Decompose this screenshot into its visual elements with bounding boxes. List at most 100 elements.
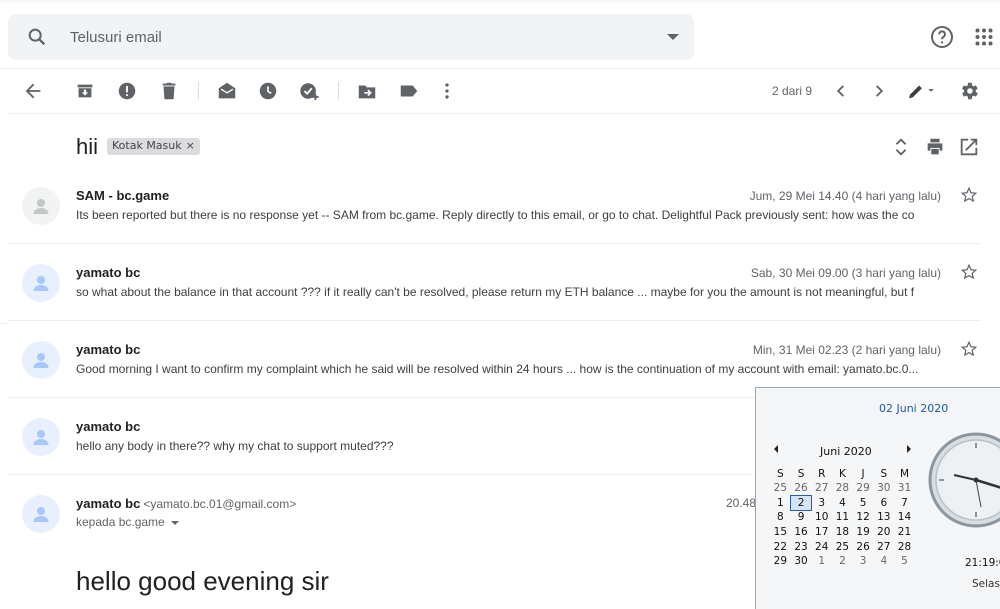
left-edge-line — [0, 323, 8, 324]
calendar-day[interactable]: 28 — [894, 539, 915, 554]
calendar-day[interactable]: 13 — [873, 510, 894, 525]
calendar-day[interactable]: 26 — [791, 481, 812, 496]
calendar-week: 8 9 10 11 12 13 14 — [770, 510, 915, 525]
calendar-day[interactable]: 9 — [791, 510, 812, 525]
add-task-icon[interactable] — [298, 80, 320, 102]
label-icon[interactable] — [398, 80, 420, 102]
calendar-day[interactable]: 25 — [832, 539, 853, 554]
calendar-day[interactable]: 16 — [791, 525, 812, 540]
star-icon[interactable] — [960, 263, 978, 281]
avatar — [22, 187, 60, 225]
chevron-right-icon[interactable] — [868, 80, 890, 102]
chevron-left-icon[interactable] — [830, 80, 852, 102]
calendar-day[interactable]: 20 — [873, 525, 894, 540]
calendar-day[interactable]: 5 — [894, 554, 915, 569]
calendar-day[interactable]: 24 — [811, 539, 832, 554]
calendar-day[interactable]: 23 — [791, 539, 812, 554]
calendar-day[interactable]: 3 — [853, 554, 874, 569]
calendar-day[interactable]: 19 — [853, 525, 874, 540]
weekday: K — [838, 467, 846, 480]
snooze-icon[interactable] — [257, 80, 279, 102]
more-vert-icon[interactable] — [436, 80, 458, 102]
calendar-month[interactable]: Juni 2020 — [820, 445, 872, 458]
avatar — [22, 495, 60, 533]
top-strip — [0, 0, 1000, 3]
calendar-grid: S S R K J S M 25 26 27 28 29 30 31 1 2 3… — [770, 466, 915, 569]
calendar-day[interactable]: 15 — [770, 525, 791, 540]
message-divider — [8, 243, 980, 244]
calendar-day[interactable]: 27 — [873, 539, 894, 554]
clock-time: 21:19:0 — [965, 557, 1000, 569]
message-date: Min, 31 Mei 02.23 (2 hari yang lalu) — [752, 343, 941, 357]
message-item[interactable]: yamato bc Sab, 30 Mei 09.00 (3 hari yang… — [0, 252, 1000, 329]
calendar-day[interactable]: 18 — [832, 525, 853, 540]
calendar-day[interactable]: 2 — [832, 554, 853, 569]
calendar-day-today[interactable]: 2 — [789, 494, 813, 512]
recipient-line[interactable]: kepada bc.game — [76, 515, 179, 529]
sender-name: SAM - bc.game — [76, 188, 170, 203]
calendar-day[interactable]: 10 — [811, 510, 832, 525]
print-icon[interactable] — [924, 136, 946, 158]
apps-grid-icon[interactable] — [975, 28, 993, 46]
calendar-day[interactable]: 7 — [894, 496, 915, 511]
search-icon[interactable] — [26, 26, 48, 48]
mark-unread-icon[interactable] — [216, 80, 238, 102]
open-new-window-icon[interactable] — [958, 136, 980, 158]
prev-month-icon[interactable] — [774, 445, 778, 453]
calendar-day[interactable]: 8 — [770, 510, 791, 525]
delete-icon[interactable] — [158, 80, 180, 102]
avatar — [22, 264, 60, 302]
calendar-day[interactable]: 22 — [770, 539, 791, 554]
remove-label-button[interactable]: × — [186, 139, 195, 152]
calendar-day[interactable]: 11 — [832, 510, 853, 525]
calendar-day[interactable]: 29 — [770, 554, 791, 569]
calendar-day[interactable]: 30 — [791, 554, 812, 569]
help-icon[interactable] — [930, 25, 954, 49]
inbox-label-chip[interactable]: Kotak Masuk × — [107, 138, 200, 155]
next-month-icon[interactable] — [907, 445, 911, 453]
message-item[interactable]: SAM - bc.game Jum, 29 Mei 14.40 (4 hari … — [0, 175, 1000, 252]
weekday: S — [880, 467, 888, 480]
settings-icon[interactable] — [958, 80, 980, 102]
calendar-day[interactable]: 31 — [894, 481, 915, 496]
calendar-day[interactable]: 21 — [894, 525, 915, 540]
calendar-day[interactable]: 12 — [853, 510, 874, 525]
back-arrow-icon[interactable] — [22, 80, 44, 102]
calendar-date-link[interactable]: 02 Juni 2020 — [879, 402, 948, 415]
recipient-text: kepada bc.game — [76, 515, 165, 529]
sender-name: yamato bc <yamato.bc.01@gmail.com> — [76, 496, 296, 511]
star-icon[interactable] — [960, 340, 978, 358]
toolbar-separator — [198, 82, 199, 100]
calendar-day[interactable]: 30 — [873, 481, 894, 496]
search-input[interactable]: Telusuri email — [70, 29, 162, 46]
message-body: hello good evening sir — [76, 566, 329, 596]
report-spam-icon[interactable] — [116, 80, 138, 102]
calendar-day[interactable]: 26 — [853, 539, 874, 554]
calendar-day[interactable]: 3 — [811, 496, 832, 511]
pen-icon[interactable] — [904, 80, 938, 102]
expand-all-icon[interactable] — [890, 136, 912, 158]
calendar-day[interactable]: 29 — [853, 481, 874, 496]
calendar-day[interactable]: 28 — [832, 481, 853, 496]
calendar-day[interactable]: 1 — [811, 554, 832, 569]
calendar-day[interactable]: 5 — [853, 496, 874, 511]
star-icon[interactable] — [960, 186, 978, 204]
calendar-day[interactable]: 14 — [894, 510, 915, 525]
weekday: M — [899, 467, 909, 480]
message-date: Sab, 30 Mei 09.00 (3 hari yang lalu) — [750, 266, 941, 280]
calendar-day[interactable]: 4 — [873, 554, 894, 569]
calendar-day[interactable]: 1 — [770, 496, 791, 511]
calendar-day[interactable]: 4 — [832, 496, 853, 511]
search-bar[interactable]: Telusuri email — [8, 14, 694, 60]
calendar-day[interactable]: 6 — [873, 496, 894, 511]
calendar-day[interactable]: 27 — [811, 481, 832, 496]
move-to-icon[interactable] — [356, 80, 378, 102]
sender-email: <yamato.bc.01@gmail.com> — [143, 497, 297, 511]
recipient-details-icon[interactable] — [170, 520, 179, 525]
search-options-icon[interactable] — [667, 34, 679, 40]
calendar-popup[interactable]: 02 Juni 2020 Juni 2020 S S R K J S M 25 … — [755, 387, 1000, 609]
message-snippet: so what about the balance in that accoun… — [76, 285, 915, 299]
calendar-day[interactable]: 17 — [811, 525, 832, 540]
archive-icon[interactable] — [74, 80, 96, 102]
calendar-day[interactable]: 25 — [770, 481, 791, 496]
